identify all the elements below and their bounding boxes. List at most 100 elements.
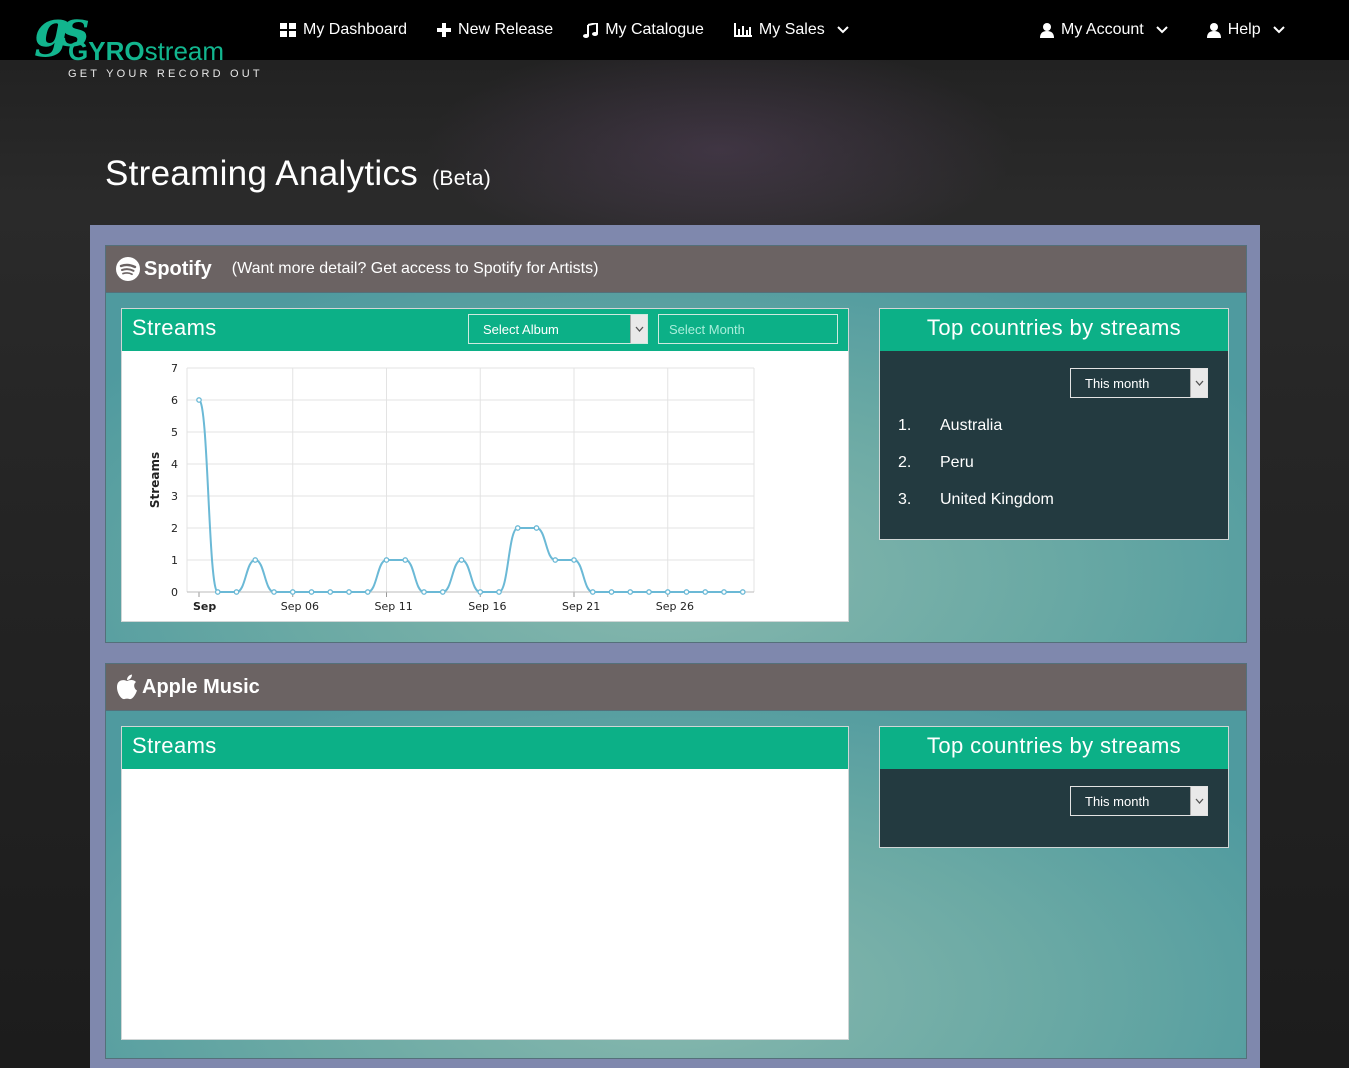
- account-nav: My Account Help: [1040, 0, 1292, 60]
- apple-music-label: Apple Music: [142, 675, 260, 698]
- spotify-top-countries-title: Top countries by streams: [926, 315, 1182, 340]
- data-point: [402, 557, 409, 563]
- country-rank: 3.: [898, 491, 912, 508]
- y-tick-label: 2: [171, 522, 178, 535]
- country-list-item: 1. Australia: [898, 417, 1002, 435]
- logo-wordmark: GYROstream: [68, 36, 225, 66]
- x-tick-label: Sep 16: [468, 600, 506, 613]
- data-point: [514, 525, 521, 531]
- select-album-dropdown[interactable]: Select Album: [468, 314, 648, 344]
- page-title-beta: (Beta): [432, 167, 492, 190]
- nav-help-label: Help: [1227, 21, 1261, 38]
- nav-my-dashboard[interactable]: My Dashboard: [280, 21, 407, 39]
- country-name: United Kingdom: [940, 491, 1054, 508]
- x-tick-label: Sep 06: [281, 600, 319, 613]
- spotify-streams-chart: 0 1 2 3 4 5 6 7 Sep Sep 06 Sep 11 Sep 16 Sep 21 Sep 2…: [122, 351, 848, 621]
- data-point: [627, 589, 634, 595]
- nav-my-account[interactable]: My Account: [1040, 21, 1175, 39]
- data-point: [252, 557, 259, 563]
- y-tick-label: 3: [171, 490, 178, 503]
- chevron-down-icon: [1272, 26, 1285, 34]
- data-point: [664, 589, 671, 595]
- nav-new-release[interactable]: New Release: [437, 21, 553, 39]
- apple-streams-card: Streams: [121, 726, 849, 1040]
- spotify-period-value: This month: [1085, 375, 1150, 391]
- select-month-input[interactable]: Select Month: [658, 314, 838, 344]
- country-list-item: 2. Peru: [898, 454, 974, 472]
- spotify-streams-card: Streams Select Album Select Month 0 1 2 3 4 5…: [121, 308, 849, 622]
- country-list-item: 3. United Kingdom: [898, 491, 1054, 509]
- apple-top-countries-header: Top countries by streams: [880, 727, 1228, 769]
- spotify-brand: Spotify: [116, 257, 212, 281]
- nav-my-catalogue[interactable]: My Catalogue: [583, 21, 704, 39]
- bar-chart-icon: [733, 23, 752, 37]
- gyrostream-logo[interactable]: gs GYROstream GET YOUR RECORD OUT: [34, 4, 260, 84]
- top-navbar: gs GYROstream GET YOUR RECORD OUT My Das…: [0, 0, 1349, 80]
- chevron-down-icon: [837, 26, 849, 34]
- nav-my-catalogue-label: My Catalogue: [605, 21, 704, 38]
- spotify-label: Spotify: [144, 257, 212, 280]
- data-point: [496, 589, 502, 595]
- apple-streams-chart-empty: [122, 769, 848, 1039]
- streams-line-chart: 0 1 2 3 4 5 6 7 Sep Sep 06 Sep 11 Sep 16 Sep 21 Sep 2…: [148, 362, 755, 613]
- chevron-down-icon: [1190, 787, 1207, 815]
- data-point: [458, 557, 465, 563]
- data-point: [196, 397, 202, 403]
- spotify-section: Spotify (Want more detail? Get access to…: [105, 245, 1247, 643]
- dashboard-grid-icon: [280, 23, 296, 37]
- x-tick-label: Sep 26: [656, 600, 694, 613]
- plus-icon: [437, 23, 452, 37]
- apple-streams-title: Streams: [132, 733, 217, 758]
- country-name: Peru: [940, 454, 974, 471]
- y-axis-label: Streams: [148, 452, 162, 508]
- chevron-down-icon: [630, 315, 647, 343]
- y-tick-label: 5: [171, 426, 178, 439]
- page-title: Streaming Analytics (Beta): [105, 154, 491, 194]
- data-point: [271, 589, 277, 595]
- data-point: [702, 589, 709, 595]
- data-point: [327, 589, 334, 595]
- data-point: [589, 589, 596, 595]
- spotify-section-header: Spotify (Want more detail? Get access to…: [106, 246, 1246, 293]
- apple-music-section: Apple Music Streams Top countries by str…: [105, 663, 1247, 1059]
- country-name: Australia: [940, 417, 1003, 434]
- data-point: [646, 589, 652, 595]
- y-tick-label: 0: [171, 586, 178, 599]
- data-point: [383, 557, 390, 563]
- data-point: [421, 589, 427, 595]
- nav-help[interactable]: Help: [1206, 21, 1292, 39]
- x-tick-label: Sep: [193, 600, 216, 613]
- x-tick-label: Sep 21: [562, 600, 600, 613]
- spotify-streams-header: Streams Select Album Select Month: [122, 309, 848, 351]
- country-rank: 1.: [898, 417, 912, 434]
- spotify-streams-title: Streams: [132, 315, 217, 340]
- data-point: [308, 589, 315, 595]
- data-point: [439, 589, 446, 595]
- spotify-period-dropdown[interactable]: This month: [1070, 368, 1208, 398]
- y-tick-label: 1: [171, 554, 178, 567]
- user-icon: [1040, 22, 1054, 38]
- apple-period-dropdown[interactable]: This month: [1070, 786, 1208, 816]
- apple-top-countries-title: Top countries by streams: [926, 733, 1182, 758]
- logo-tagline: GET YOUR RECORD OUT: [68, 68, 263, 80]
- nav-my-dashboard-label: My Dashboard: [303, 21, 408, 38]
- apple-music-section-header: Apple Music: [106, 664, 1246, 711]
- apple-music-brand: Apple Music: [116, 674, 260, 700]
- nav-my-sales[interactable]: My Sales: [733, 21, 856, 39]
- data-point: [533, 525, 540, 531]
- apple-period-value: This month: [1085, 793, 1150, 809]
- apple-icon: [117, 674, 137, 700]
- spotify-artists-link[interactable]: (Want more detail? Get access to Spotify…: [232, 260, 599, 278]
- page-title-text: Streaming Analytics: [105, 154, 419, 193]
- spotify-icon: [116, 257, 140, 281]
- apple-top-countries-body: This month: [880, 769, 1228, 847]
- data-point: [552, 557, 559, 563]
- x-tick-label: Sep 11: [375, 600, 413, 613]
- spotify-top-countries-body: This month 1. Australia 2. Peru 3. Unite…: [880, 351, 1228, 539]
- music-note-icon: [583, 22, 599, 38]
- y-tick-label: 7: [171, 362, 178, 375]
- chevron-down-icon: [1155, 26, 1168, 34]
- select-month-placeholder: Select Month: [669, 321, 745, 337]
- main-nav: My Dashboard New Release My Catalogue My…: [280, 0, 856, 60]
- data-point: [364, 589, 371, 595]
